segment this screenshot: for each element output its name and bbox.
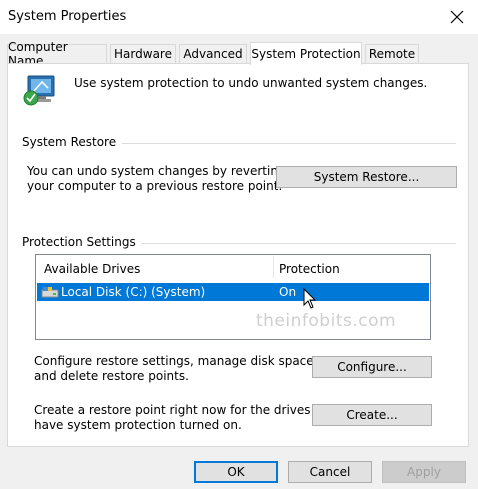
create-description: Create a restore point right now for the… [34,403,339,432]
apply-button[interactable]: Apply [382,461,466,483]
create-button[interactable]: Create... [312,404,432,426]
tab-label: Remote [368,47,416,61]
configure-button[interactable]: Configure... [312,356,432,378]
tab-label: Advanced [183,47,243,61]
close-icon [450,10,464,24]
drive-protection-status: On [279,285,297,299]
column-header-available-drives[interactable]: Available Drives [44,262,140,276]
tab-computer-name[interactable]: Computer Name [7,40,107,68]
intro-text: Use system protection to undo unwanted s… [74,76,428,90]
drive-icon [41,287,59,298]
protection-settings-group-label: Protection Settings [22,235,142,249]
tab-hardware[interactable]: Hardware [110,44,176,63]
ok-button[interactable]: OK [194,461,278,483]
system-protection-icon [23,75,55,106]
watermark-text: theinfobits.com [256,311,397,331]
system-properties-window: System Properties Computer Name Hardware… [0,0,478,489]
tab-system-protection[interactable]: System Protection [250,42,362,65]
tab-label: System Protection [251,47,361,61]
title-bar[interactable]: System Properties [0,0,478,34]
configure-description: Configure restore settings, manage disk … [34,354,318,383]
tab-label: Hardware [114,47,172,61]
tab-strip: Computer Name Hardware Advanced System P… [7,40,471,68]
system-restore-button[interactable]: System Restore... [276,166,457,188]
system-restore-description: You can undo system changes by reverting… [27,164,286,193]
system-restore-group-label: System Restore [22,135,123,149]
tab-advanced[interactable]: Advanced [179,44,247,63]
drive-row[interactable]: Local Disk (C:) (System) On [37,283,429,301]
window-title: System Properties [8,9,127,24]
system-protection-panel: Use system protection to undo unwanted s… [7,63,469,447]
mouse-pointer-icon [303,288,317,309]
close-button[interactable] [442,2,472,32]
column-separator[interactable] [273,256,274,278]
cancel-button[interactable]: Cancel [288,461,372,483]
tab-remote[interactable]: Remote [365,44,419,63]
drive-name: Local Disk (C:) (System) [61,285,206,299]
column-header-protection[interactable]: Protection [279,262,340,276]
